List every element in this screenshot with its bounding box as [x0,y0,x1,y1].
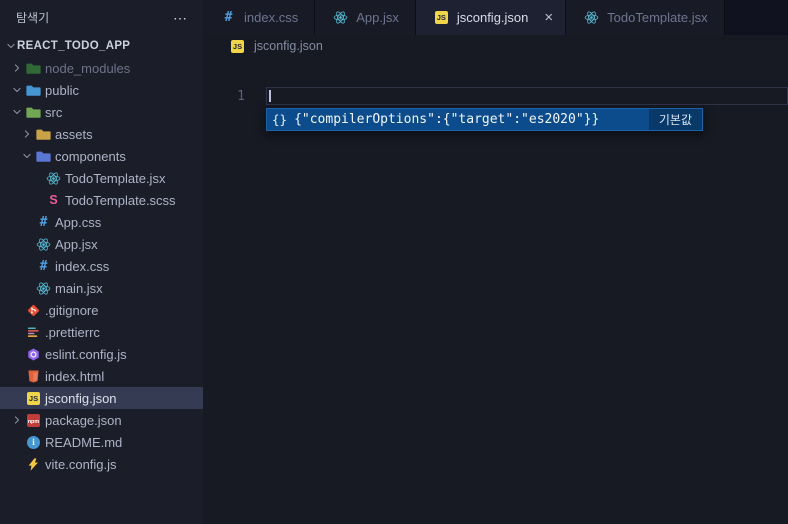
suggestion-detail-label: 기본값 [648,109,702,130]
react-icon [34,237,53,252]
file-label: index.css [55,258,110,274]
intellisense-suggestion[interactable]: {} {"compilerOptions":{"target":"es2020"… [266,108,703,131]
explorer-sidebar: 탐색기 ⋯ REACT_TODO_APP node_modulespublic s… [0,0,203,524]
tab-label: App.jsx [356,10,399,25]
chevron-right-icon [10,62,24,74]
tree-item--prettierrc[interactable]: .prettierrc [0,321,203,343]
css-icon: # [39,258,48,274]
breadcrumb[interactable]: JS jsconfig.json [203,35,788,57]
code-editor[interactable]: 1 {} {"compilerOptions":{"target":"es202… [203,57,788,524]
explorer-title: 탐색기 [16,11,50,25]
chevron-down-icon [20,150,34,162]
file-label: TodoTemplate.scss [65,192,176,208]
file-label: components [55,148,126,164]
file-label: assets [55,126,93,142]
css-icon: # [39,214,48,230]
project-section-header[interactable]: REACT_TODO_APP [0,35,203,57]
tab-todotemplate-jsx[interactable]: TodoTemplate.jsx [566,0,725,35]
file-label: public [45,82,79,98]
tree-item-index-html[interactable]: index.html [0,365,203,387]
tree-item-vite-config-js[interactable]: vite.config.js [0,453,203,475]
readme-icon: i [24,435,43,449]
tree-item-src[interactable]: src [0,101,203,123]
html-icon [24,369,43,384]
more-actions-icon[interactable]: ⋯ [173,11,189,25]
tree-item-readme-md[interactable]: i README.md [0,431,203,453]
file-label: node_modules [45,60,131,76]
tree-item--gitignore[interactable]: .gitignore [0,299,203,321]
snippet-braces-icon: {} [272,112,288,127]
current-line-highlight [266,87,788,105]
chevron-down-icon [10,84,24,96]
tree-item-app-css[interactable]: # App.css [0,211,203,233]
tree-item-assets[interactable]: assets [0,123,203,145]
file-label: eslint.config.js [45,346,127,362]
tree-item-todotemplate-scss[interactable]: S TodoTemplate.scss [0,189,203,211]
chevron-down-icon [4,40,17,52]
vite-icon [24,457,43,472]
tab-bar: # index.css App.jsx JS jsconfig.json × TodoTem… [203,0,788,35]
react-icon [582,10,601,25]
suggestion-text: {"compilerOptions":{"target":"es2020"}} [294,112,600,127]
tree-item-node-modules[interactable]: node_modules [0,57,203,79]
tree-item-todotemplate-jsx[interactable]: TodoTemplate.jsx [0,167,203,189]
tab-index-css[interactable]: # index.css [203,0,316,35]
file-label: jsconfig.json [45,390,117,406]
file-label: README.md [45,434,123,450]
folder-node_modules-icon [24,61,43,76]
jsbadge-icon: JS [434,11,448,24]
file-label: App.css [55,214,102,230]
file-label: package.json [45,412,122,428]
file-label: .prettierrc [45,324,100,340]
file-label: App.jsx [55,236,98,252]
tab-label: jsconfig.json [456,10,529,25]
file-label: .gitignore [45,302,99,318]
css-icon: # [224,10,233,25]
tree-item-public[interactable]: public [0,79,203,101]
folder-src-icon [24,105,43,120]
jsbadge-icon: JS [27,391,40,405]
file-tree: node_modulespublic src assets components Tod… [0,57,203,524]
tree-item-package-json[interactable]: npm package.json [0,409,203,431]
react-icon [331,10,350,25]
file-label: main.jsx [55,280,103,296]
chevron-down-icon [10,106,24,118]
folder-components-icon [34,149,53,164]
breadcrumb-file-label: jsconfig.json [254,39,323,53]
tree-item-eslint-config-js[interactable]: eslint.config.js [0,343,203,365]
explorer-header: 탐색기 ⋯ [0,0,203,35]
npm-icon: npm [24,413,43,427]
sass-icon: S [49,192,58,207]
react-icon [44,171,63,186]
jsconfig-file-icon: JS [231,39,244,53]
tree-item-jsconfig-json[interactable]: JS jsconfig.json [0,387,203,409]
tab-app-jsx[interactable]: App.jsx [315,0,416,35]
file-label: TodoTemplate.jsx [65,170,166,186]
tree-item-main-jsx[interactable]: main.jsx [0,277,203,299]
file-label: index.html [45,368,105,384]
tab-jsconfig-json[interactable]: JS jsconfig.json × [415,0,567,35]
folder-assets-icon [34,127,53,142]
prettier-icon [24,325,43,340]
folder-public-icon [24,83,43,98]
react-icon [34,281,53,296]
git-icon [24,303,43,318]
tree-item-index-css[interactable]: # index.css [0,255,203,277]
text-cursor [269,90,271,102]
tree-item-app-jsx[interactable]: App.jsx [0,233,203,255]
tab-label: TodoTemplate.jsx [607,10,708,25]
chevron-right-icon [10,414,24,426]
file-label: vite.config.js [45,456,117,472]
project-name: REACT_TODO_APP [17,40,131,52]
close-icon[interactable]: × [542,10,555,25]
file-label: src [45,104,63,120]
chevron-right-icon [20,128,34,140]
line-number: 1 [237,89,245,104]
tab-label: index.css [244,10,299,25]
editor-group: # index.css App.jsx JS jsconfig.json × TodoTem… [203,0,788,524]
vscode-window: 탐색기 ⋯ REACT_TODO_APP node_modulespublic s… [0,0,788,524]
tree-item-components[interactable]: components [0,145,203,167]
eslint-icon [24,347,43,362]
